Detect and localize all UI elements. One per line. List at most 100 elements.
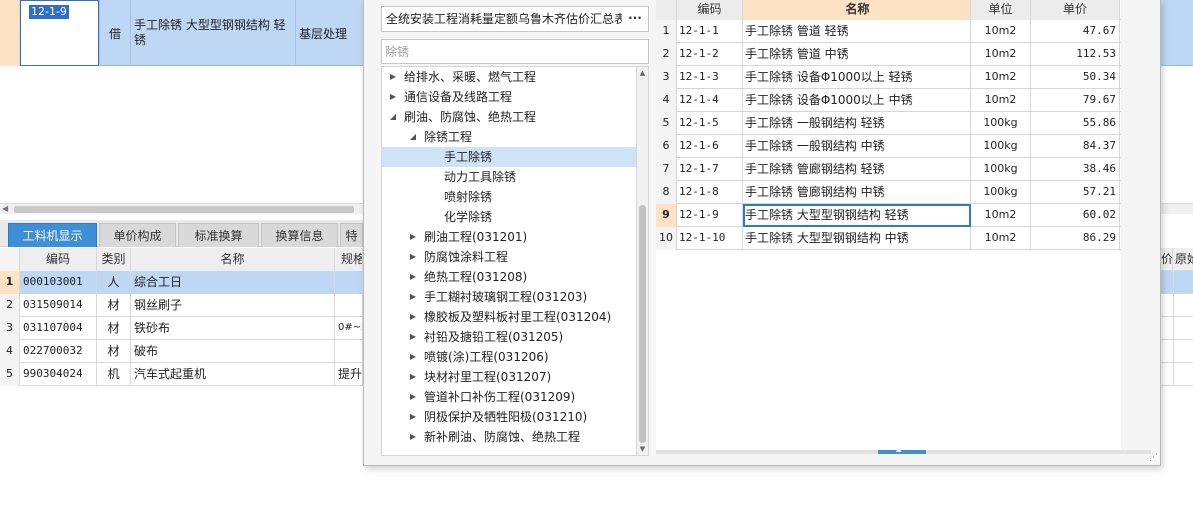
code-cell[interactable]: 031107004 [20, 317, 97, 340]
type-cell[interactable]: 借 [99, 0, 130, 66]
tree-node[interactable]: ◢ 刷油、防腐蚀、绝热工程 [382, 107, 636, 127]
column-header-unit[interactable]: 单位 [971, 0, 1031, 20]
table-row[interactable]: 4 12-1-4 手工除锈 设备Φ1000以上 中锈 10m2 79.67 [656, 89, 1121, 112]
tree-node-label[interactable]: 橡胶板及塑料板衬里工程(031204) [424, 307, 611, 327]
code-cell[interactable]: 12-1-2 [677, 43, 743, 66]
tree-node[interactable]: ▶ 阴极保护及牺牲阳极(031210) [382, 407, 636, 427]
tree-node[interactable]: ▶ 块材衬里工程(031207) [382, 367, 636, 387]
code-cell[interactable]: 12-1-1 [677, 20, 743, 43]
expand-icon[interactable]: ▶ [408, 387, 418, 407]
code-cell[interactable]: 990304024 [20, 363, 97, 386]
spec-cell[interactable] [335, 294, 363, 317]
unit-cell[interactable]: 100kg [971, 135, 1031, 158]
table-row[interactable]: 2 031509014 材 钢丝刷子 [0, 294, 363, 317]
table-row-right[interactable] [1160, 294, 1193, 317]
price-cell[interactable]: 50.34 [1031, 66, 1120, 89]
type-cell[interactable]: 材 [97, 317, 131, 340]
resize-grip-icon[interactable]: ⋰ [1148, 453, 1158, 463]
price-cell[interactable]: 79.67 [1031, 89, 1120, 112]
tree-node[interactable]: ▶ 新补刷油、防腐蚀、绝热工程 [382, 427, 636, 447]
tree-node-label[interactable]: 绝热工程(031208) [424, 267, 527, 287]
type-cell[interactable]: 材 [97, 340, 131, 363]
tab-conversion-info[interactable]: 换算信息 [261, 223, 338, 247]
expand-icon[interactable]: ▶ [408, 227, 418, 247]
type-cell[interactable]: 人 [97, 271, 131, 294]
expand-icon[interactable]: ▶ [408, 247, 418, 267]
tree-node[interactable]: ▶ 防腐蚀涂料工程 [382, 247, 636, 267]
name-cell[interactable]: 手工除锈 大型型钢钢结构 轻锈 [743, 204, 971, 227]
tree-node-label[interactable]: 防腐蚀涂料工程 [424, 247, 508, 267]
tree-node-label[interactable]: 手工糊衬玻璃钢工程(031203) [424, 287, 587, 307]
table-row[interactable]: 1 000103001 人 综合工日 [0, 271, 363, 294]
unit-cell[interactable]: 100kg [971, 181, 1031, 204]
name-cell[interactable]: 手工除锈 一般钢结构 中锈 [743, 135, 971, 158]
collapse-icon[interactable]: ◢ [408, 127, 418, 147]
code-cell[interactable]: 12-1-4 [677, 89, 743, 112]
table-row[interactable]: 1 12-1-1 手工除锈 管道 轻锈 10m2 47.67 [656, 20, 1121, 43]
tree-node-label[interactable]: 喷射除锈 [444, 187, 492, 207]
name-cell[interactable]: 铁砂布 [131, 317, 335, 340]
price-cell[interactable]: 112.53 [1031, 43, 1120, 66]
tab-labor-material-machine[interactable]: 工料机显示 [8, 223, 97, 247]
quota-library-selector[interactable]: 全统安装工程消耗量定额乌鲁木齐估价汇总表 ··· [381, 6, 649, 32]
collapse-icon[interactable]: ◢ [388, 107, 398, 127]
upper-row-right-cells[interactable] [1160, 0, 1193, 66]
expand-icon[interactable]: ▶ [408, 327, 418, 347]
panel-splitter[interactable]: ▲ [656, 445, 1151, 454]
column-header-code[interactable]: 编码 [20, 248, 97, 271]
name-cell[interactable]: 手工除锈 大型型钢钢结构 中锈 [743, 227, 971, 250]
scrollbar-thumb[interactable] [639, 205, 646, 443]
column-header-code[interactable]: 编码 [677, 0, 743, 20]
tree-node-label[interactable]: 新补刷油、防腐蚀、绝热工程 [424, 427, 580, 447]
column-header-type[interactable]: 类别 [97, 248, 131, 271]
unit-cell[interactable]: 10m2 [971, 89, 1031, 112]
code-cell[interactable]: 12-1-5 [677, 112, 743, 135]
price-cell[interactable]: 84.37 [1031, 135, 1120, 158]
tree-node[interactable]: ▶ 管道补口补伤工程(031209) [382, 387, 636, 407]
code-cell[interactable]: 12-1-8 [677, 181, 743, 204]
tree-vertical-scrollbar[interactable]: ▲ ▼ [637, 66, 649, 456]
price-cell[interactable]: 38.46 [1031, 158, 1120, 181]
tree-node[interactable]: ▶ 绝热工程(031208) [382, 267, 636, 287]
unit-cell[interactable]: 10m2 [971, 20, 1031, 43]
price-cell[interactable]: 57.21 [1031, 181, 1120, 204]
price-cell[interactable]: 55.86 [1031, 112, 1120, 135]
tree-node-label[interactable]: 管道补口补伤工程(031209) [424, 387, 575, 407]
table-row[interactable]: 8 12-1-8 手工除锈 管廊钢结构 中锈 100kg 57.21 [656, 181, 1121, 204]
table-row-right[interactable] [1160, 340, 1193, 363]
price-cell[interactable]: 60.02 [1031, 204, 1120, 227]
table-row[interactable]: 10 12-1-10 手工除锈 大型型钢钢结构 中锈 10m2 86.29 [656, 227, 1121, 250]
tree-node-label[interactable]: 动力工具除锈 [444, 167, 516, 187]
code-cell[interactable]: 031509014 [20, 294, 97, 317]
table-row[interactable]: 9 12-1-9 手工除锈 大型型钢钢结构 轻锈 10m2 60.02 [656, 204, 1121, 227]
table-row[interactable]: 3 12-1-3 手工除锈 设备Φ1000以上 轻锈 10m2 50.34 [656, 66, 1121, 89]
scrollbar-thumb[interactable] [14, 206, 354, 213]
name-cell[interactable]: 汽车式起重机 [131, 363, 335, 386]
name-cell[interactable]: 手工除锈 管道 轻锈 [743, 20, 971, 43]
expand-icon[interactable]: ▶ [408, 307, 418, 327]
tree-node-label[interactable]: 阴极保护及牺牲阳极(031210) [424, 407, 587, 427]
upper-row-cells[interactable]: 12-1-9 借 手工除锈 大型型钢钢结构 轻锈 基层处理 [20, 0, 363, 66]
price-cell[interactable]: 86.29 [1031, 227, 1120, 250]
table-row[interactable]: 6 12-1-6 手工除锈 一般钢结构 中锈 100kg 84.37 [656, 135, 1121, 158]
tree-node-label[interactable]: 刷油、防腐蚀、绝热工程 [404, 107, 536, 127]
tab-features[interactable]: 特 [340, 223, 363, 247]
more-options-button[interactable]: ··· [622, 7, 648, 31]
tree-node[interactable]: ▶ 手工糊衬玻璃钢工程(031203) [382, 287, 636, 307]
expand-icon[interactable]: ▶ [408, 287, 418, 307]
spec-cell[interactable] [335, 271, 363, 294]
tree-node[interactable]: ▶ 橡胶板及塑料板衬里工程(031204) [382, 307, 636, 327]
price-cell[interactable]: 47.67 [1031, 20, 1120, 43]
tree-node[interactable]: ▶ 喷镀(涂)工程(031206) [382, 347, 636, 367]
tree-node[interactable]: 手工除锈 [382, 147, 636, 167]
tree-node[interactable]: ▶ 衬铅及搪铅工程(031205) [382, 327, 636, 347]
name-cell[interactable]: 手工除锈 大型型钢钢结构 轻锈 [130, 0, 295, 66]
unit-cell[interactable]: 10m2 [971, 43, 1031, 66]
tree-node[interactable]: ▶ 通信设备及线路工程 [382, 87, 636, 107]
column-header-price[interactable]: 单价 [1031, 0, 1120, 20]
name-cell[interactable]: 钢丝刷子 [131, 294, 335, 317]
tree-node-label[interactable]: 衬铅及搪铅工程(031205) [424, 327, 563, 347]
code-cell[interactable]: 12-1-3 [677, 66, 743, 89]
name-cell[interactable]: 手工除锈 一般钢结构 轻锈 [743, 112, 971, 135]
name-cell[interactable]: 手工除锈 管廊钢结构 轻锈 [743, 158, 971, 181]
